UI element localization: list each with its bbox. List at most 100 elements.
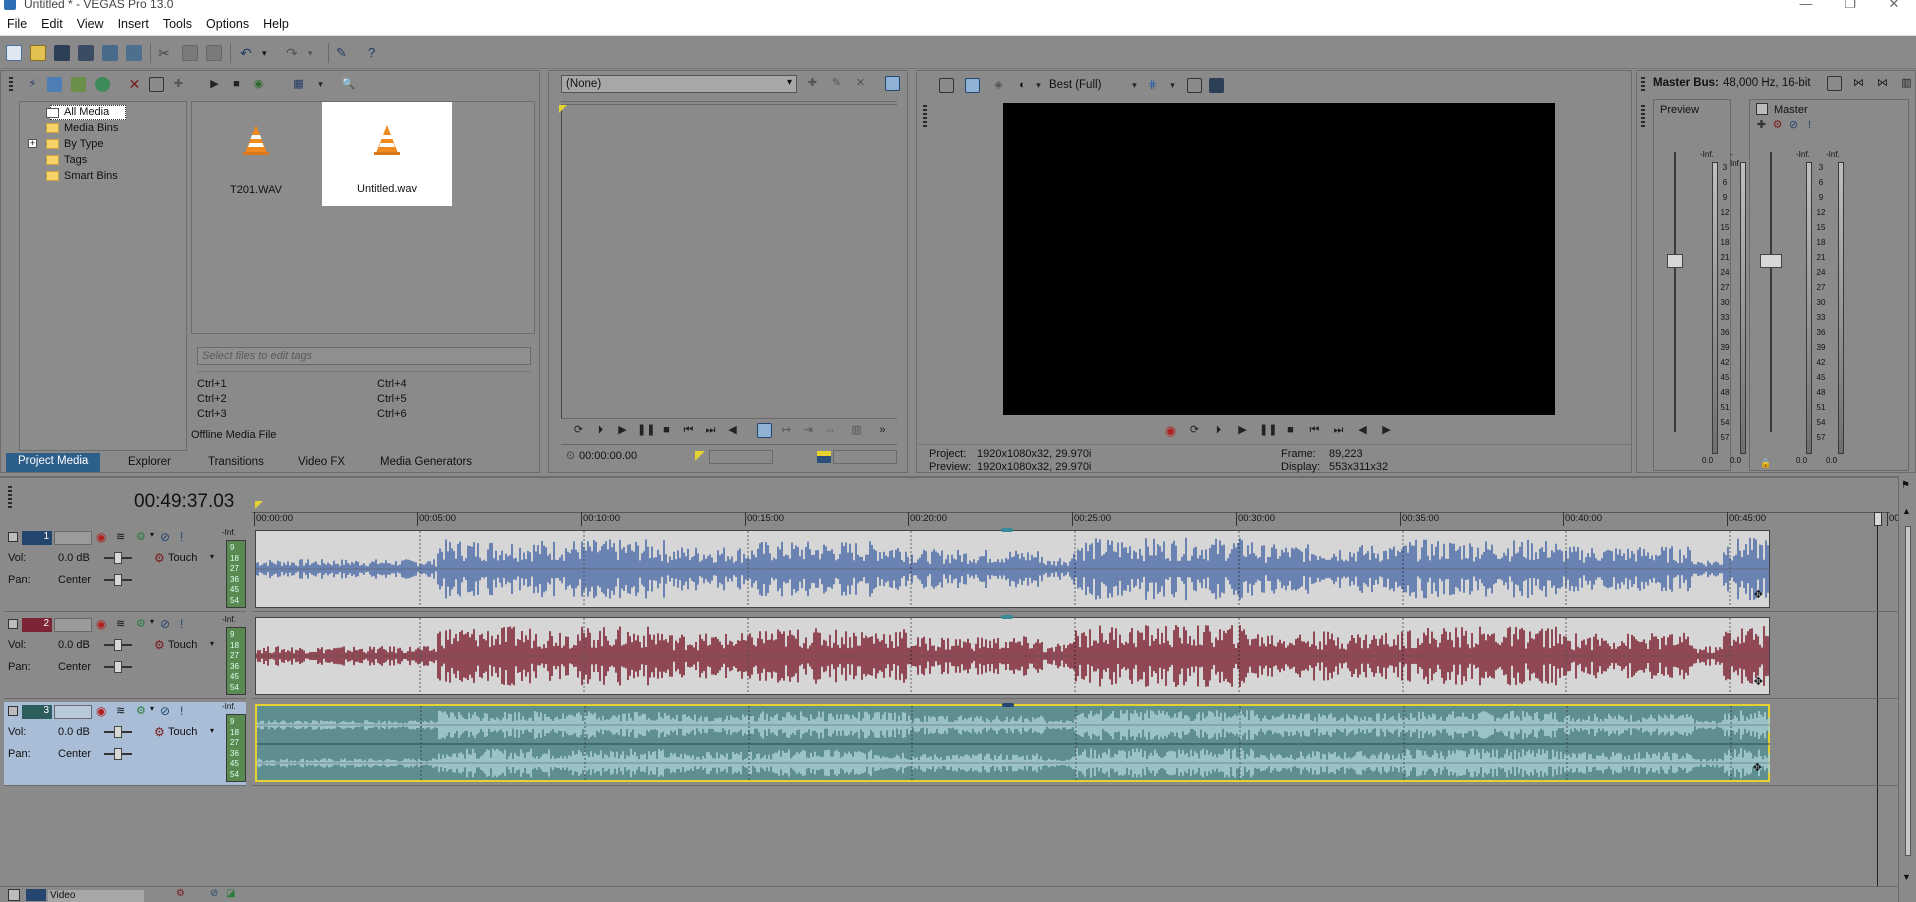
- trimmer-edit-icon[interactable]: ✎: [829, 76, 844, 91]
- tree-item-all-media[interactable]: All Media: [64, 106, 109, 120]
- tag-shortcut[interactable]: Ctrl+2: [197, 393, 227, 405]
- track-header[interactable]: 3 ◉ ≋ ⚙ ▾ ⊘ ! Vol: 0.0 dB ⚙ Touch ▾ Pan:…: [4, 702, 246, 786]
- solo-icon[interactable]: !: [180, 617, 183, 631]
- trimmer-monitor-icon[interactable]: [885, 76, 900, 91]
- track-minimize-icon[interactable]: [8, 706, 18, 716]
- external-monitor-icon[interactable]: [965, 78, 980, 93]
- tree-item-smart-bins[interactable]: Smart Bins: [64, 170, 118, 184]
- tag-shortcut[interactable]: Ctrl+4: [377, 378, 407, 390]
- vertical-scrollbar[interactable]: ⚑ ▲ ▼: [1898, 476, 1916, 902]
- media-properties-icon[interactable]: [149, 77, 164, 92]
- track-automation-icon[interactable]: ≋: [116, 617, 125, 630]
- split-dropdown-icon[interactable]: ▾: [1031, 78, 1046, 93]
- track-name-field[interactable]: [54, 618, 92, 632]
- copy-snapshot-icon[interactable]: [1187, 78, 1202, 93]
- volume-slider[interactable]: [104, 639, 132, 651]
- expand-icon[interactable]: +: [28, 139, 37, 148]
- track-fx-dropdown-icon[interactable]: ▾: [150, 617, 154, 626]
- track-fx-icon[interactable]: ⚙: [136, 704, 146, 717]
- arm-record-icon[interactable]: ◉: [96, 617, 106, 631]
- views-dropdown-icon[interactable]: ▾: [313, 77, 328, 92]
- search-icon[interactable]: 🔍: [341, 77, 356, 92]
- tag-shortcut[interactable]: Ctrl+5: [377, 393, 407, 405]
- tag-shortcut[interactable]: Ctrl+1: [197, 378, 227, 390]
- select-event-icon[interactable]: [757, 423, 772, 438]
- copy-icon[interactable]: [182, 45, 198, 61]
- get-photo-icon[interactable]: [71, 77, 86, 92]
- views-icon[interactable]: ▦: [291, 77, 306, 92]
- preview-fader[interactable]: [1667, 254, 1683, 268]
- render-as-icon[interactable]: [102, 45, 118, 61]
- tag-shortcut[interactable]: Ctrl+6: [377, 408, 407, 420]
- volume-slider[interactable]: [104, 726, 132, 738]
- stop-icon[interactable]: ■: [659, 423, 674, 438]
- undo-dropdown-icon[interactable]: ▾: [262, 45, 278, 61]
- menu-edit[interactable]: Edit: [34, 14, 70, 31]
- tree-item-media-bins[interactable]: Media Bins: [64, 122, 118, 136]
- go-to-end-icon[interactable]: ⏭: [703, 423, 718, 438]
- capture-video-icon[interactable]: [47, 77, 62, 92]
- track-name-field[interactable]: [54, 705, 92, 719]
- pan-slider[interactable]: [104, 748, 132, 760]
- go-to-end-icon[interactable]: ⏭: [1331, 423, 1346, 438]
- track-minimize-icon[interactable]: [8, 619, 18, 629]
- split-screen-icon[interactable]: ◐: [1015, 78, 1030, 93]
- playhead-handle[interactable]: [1874, 512, 1882, 526]
- settings-gear-icon[interactable]: ⚙: [1770, 118, 1785, 133]
- pause-icon[interactable]: ❚❚: [637, 423, 655, 438]
- tab-transitions[interactable]: Transitions: [200, 455, 272, 471]
- scroll-down-icon[interactable]: ▼: [1902, 872, 1911, 882]
- menu-options[interactable]: Options: [199, 14, 256, 31]
- save-as-icon[interactable]: [78, 45, 94, 61]
- play-icon[interactable]: ▶: [1235, 423, 1250, 438]
- automation-mode[interactable]: Touch: [168, 726, 197, 738]
- fit-to-fill-icon[interactable]: ⇔: [823, 423, 838, 438]
- mute-icon[interactable]: ⊘: [1786, 118, 1801, 133]
- video-fx-icon[interactable]: ◈: [991, 78, 1006, 93]
- track-name-field[interactable]: [54, 531, 92, 545]
- tag-input[interactable]: Select files to edit tags: [197, 347, 531, 365]
- properties-icon[interactable]: [126, 45, 142, 61]
- master-fader[interactable]: [1760, 254, 1782, 268]
- close-icon[interactable]: ✕: [1874, 0, 1914, 12]
- downmix-icon[interactable]: ⋈: [1851, 76, 1866, 91]
- tree-item-by-type[interactable]: By Type: [64, 138, 104, 152]
- stop-icon[interactable]: ■: [1283, 423, 1298, 438]
- automation-gear-icon[interactable]: ⚙: [154, 551, 165, 565]
- automation-gear-icon[interactable]: ⚙: [154, 638, 165, 652]
- more-icon[interactable]: »: [875, 423, 890, 438]
- mute-icon[interactable]: ⊘: [160, 704, 170, 718]
- video-composite-icon[interactable]: ◪: [226, 888, 235, 899]
- trimmer-dropdown[interactable]: (None) ▾: [561, 75, 797, 93]
- track-header[interactable]: 2 ◉ ≋ ⚙ ▾ ⊘ ! Vol: 0.0 dB ⚙ Touch ▾ Pan:…: [4, 615, 246, 699]
- video-fx-icon[interactable]: ⚙: [176, 888, 185, 899]
- redo-icon[interactable]: ↷: [286, 45, 302, 61]
- lock-icon[interactable]: 🔒: [1760, 458, 1771, 469]
- bus-properties-icon[interactable]: [1827, 76, 1842, 91]
- automation-dropdown-icon[interactable]: ▾: [210, 552, 214, 561]
- play-from-start-icon[interactable]: ⏵: [593, 423, 608, 438]
- tag-shortcut[interactable]: Ctrl+3: [197, 408, 227, 420]
- add-before-icon[interactable]: ⇥: [801, 423, 816, 438]
- mute-icon[interactable]: ⊘: [160, 530, 170, 544]
- dim-output-icon[interactable]: ⋈: [1875, 76, 1890, 91]
- open-icon[interactable]: [30, 45, 46, 61]
- track-minimize-icon[interactable]: [8, 532, 18, 542]
- master-strip-toggle-icon[interactable]: [1756, 103, 1768, 115]
- get-media-web-icon[interactable]: [95, 77, 110, 92]
- tab-media-generators[interactable]: Media Generators: [372, 455, 480, 471]
- overlays-icon[interactable]: ⋕: [1145, 78, 1160, 93]
- automation-mode[interactable]: Touch: [168, 639, 197, 651]
- redo-dropdown-icon[interactable]: ▾: [308, 45, 324, 61]
- arm-record-icon[interactable]: ◉: [96, 530, 106, 544]
- whats-this-help-icon[interactable]: ?: [368, 45, 384, 61]
- paste-icon[interactable]: [206, 45, 222, 61]
- preview-quality[interactable]: Best (Full): [1049, 79, 1101, 91]
- scroll-up-icon[interactable]: ▲: [1902, 506, 1911, 516]
- gain-handle[interactable]: [1002, 703, 1014, 707]
- mixer-layout-icon[interactable]: ▥: [1899, 76, 1914, 91]
- import-media-icon[interactable]: ⚡: [25, 77, 40, 92]
- solo-icon[interactable]: !: [180, 530, 183, 544]
- menu-help[interactable]: Help: [256, 14, 296, 31]
- play-from-start-icon[interactable]: ⏵: [1211, 423, 1226, 438]
